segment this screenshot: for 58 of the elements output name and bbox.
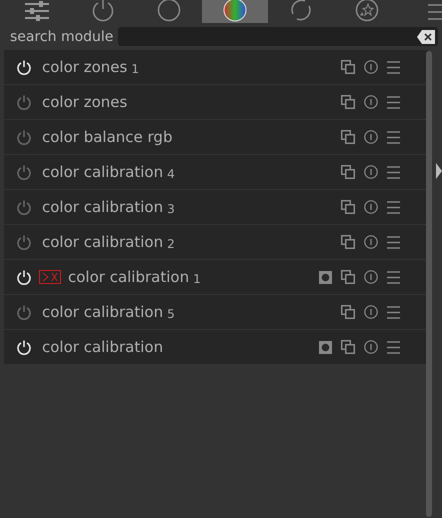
presets-menu-icon[interactable] <box>387 96 400 108</box>
presets-menu-icon[interactable] <box>387 200 400 214</box>
module-name[interactable]: color calibration <box>42 163 164 181</box>
mask-icon[interactable] <box>319 340 332 354</box>
module-name[interactable]: color calibration <box>68 268 190 286</box>
presets-menu-icon[interactable] <box>387 306 400 318</box>
instance-number: 2 <box>167 236 175 250</box>
reset-icon[interactable] <box>364 165 378 179</box>
reset-icon[interactable] <box>364 270 378 284</box>
presets-menu-icon[interactable] <box>387 60 400 74</box>
power-icon <box>91 0 115 22</box>
instance-number: 3 <box>167 202 175 216</box>
power-icon[interactable] <box>17 270 31 284</box>
clear-icon[interactable] <box>417 30 435 44</box>
mask-icon[interactable] <box>319 270 332 284</box>
power-icon[interactable] <box>17 340 31 354</box>
menu-icon[interactable] <box>428 2 442 20</box>
search-label: search module <box>10 28 114 44</box>
module-name[interactable]: color balance rgb <box>42 128 172 146</box>
instance-number: 5 <box>167 306 175 320</box>
power-icon[interactable] <box>17 60 31 74</box>
color-tab[interactable] <box>202 0 268 23</box>
reset-icon[interactable] <box>364 95 378 109</box>
presets-menu-icon[interactable] <box>387 236 400 248</box>
search-field[interactable] <box>118 27 438 46</box>
scrollbar[interactable] <box>426 51 432 517</box>
reset-icon[interactable] <box>364 340 378 354</box>
expand-arrow-icon[interactable] <box>436 163 442 179</box>
sliders-icon <box>24 0 50 22</box>
reset-icon[interactable] <box>364 130 378 144</box>
presets-menu-icon[interactable] <box>387 166 400 178</box>
duplicate-icon[interactable] <box>341 165 355 179</box>
duplicate-icon[interactable] <box>341 60 355 74</box>
duplicate-icon[interactable] <box>341 235 355 249</box>
duplicate-icon[interactable] <box>341 270 355 284</box>
instance-number: 1 <box>131 62 139 76</box>
duplicate-icon[interactable] <box>341 200 355 214</box>
reset-icon[interactable] <box>364 305 378 319</box>
reset-icon[interactable] <box>364 60 378 74</box>
module-name[interactable]: color zones <box>42 93 128 111</box>
module-name[interactable]: color calibration <box>42 198 164 216</box>
duplicate-icon[interactable] <box>341 130 355 144</box>
presets-menu-icon[interactable] <box>387 130 400 144</box>
stars-icon <box>355 0 379 22</box>
instance-number: 1 <box>193 272 201 286</box>
color-wheel-icon <box>223 0 247 22</box>
module-name[interactable]: color calibration <box>42 338 164 356</box>
presets-menu-icon[interactable] <box>387 270 400 284</box>
instance-number: 4 <box>167 166 175 180</box>
module-name[interactable]: color zones <box>42 58 128 76</box>
reset-icon[interactable] <box>364 235 378 249</box>
duplicate-icon[interactable] <box>341 95 355 109</box>
reset-icon[interactable] <box>364 200 378 214</box>
duplicate-icon[interactable] <box>341 340 355 354</box>
module-name[interactable]: color calibration <box>42 303 164 321</box>
presets-menu-icon[interactable] <box>387 340 400 354</box>
module-name[interactable]: color calibration <box>42 233 164 251</box>
duplicate-icon[interactable] <box>341 305 355 319</box>
